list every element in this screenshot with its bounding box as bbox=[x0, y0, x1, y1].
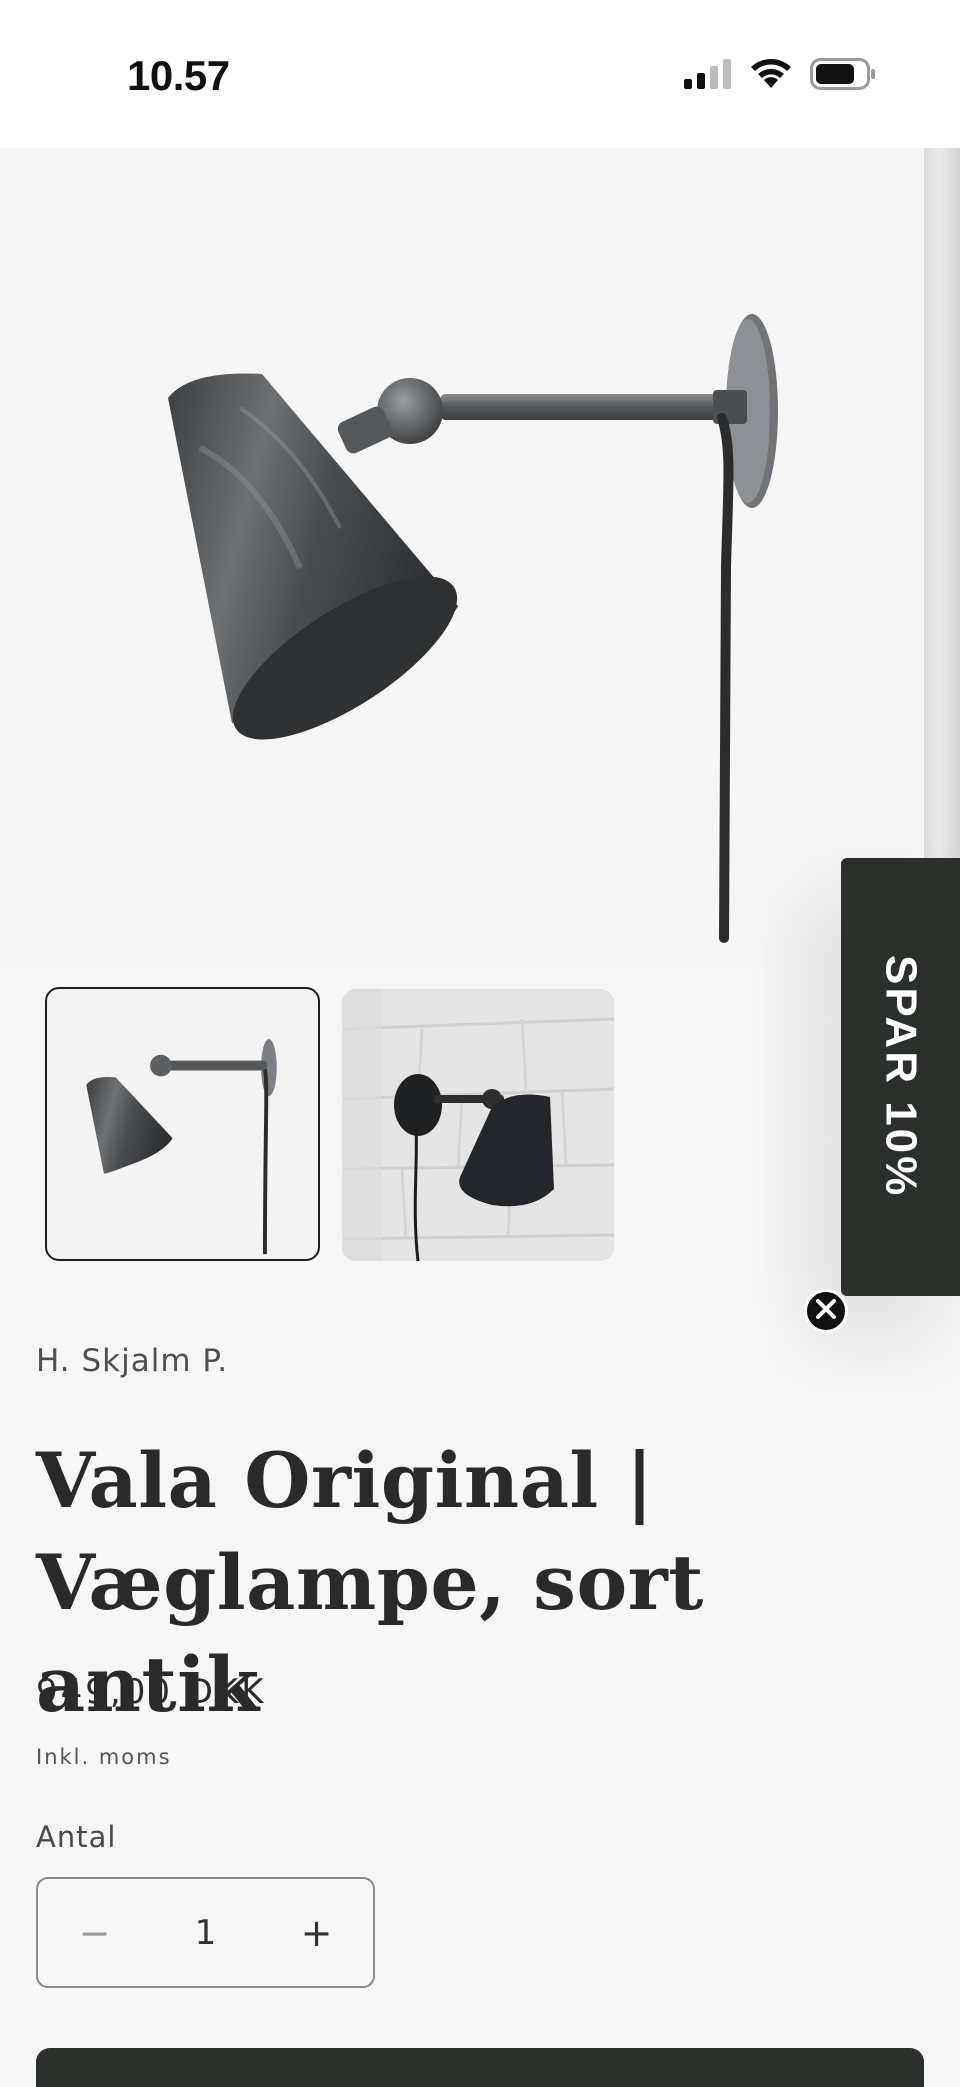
promo-close-button[interactable] bbox=[804, 1289, 848, 1333]
wifi-icon bbox=[750, 58, 792, 90]
status-time: 10.57 bbox=[127, 52, 230, 99]
battery-icon bbox=[810, 58, 876, 90]
thumbnail-strip bbox=[45, 987, 614, 1261]
decrease-quantity-button[interactable]: − bbox=[38, 1879, 151, 1986]
next-image-peek[interactable] bbox=[924, 148, 960, 858]
quantity-label: Antal bbox=[36, 1820, 117, 1854]
status-bar: 10.57 bbox=[0, 0, 960, 148]
close-icon bbox=[815, 1298, 837, 1325]
promo-label: SPAR 10% bbox=[876, 955, 926, 1199]
main-product-image[interactable] bbox=[0, 148, 924, 968]
product-price: 949,00 DKK bbox=[36, 1672, 267, 1712]
increase-quantity-button[interactable]: + bbox=[260, 1879, 373, 1986]
tax-note: Inkl. moms bbox=[36, 1745, 172, 1769]
product-vendor[interactable]: H. Skjalm P. bbox=[36, 1343, 228, 1379]
add-to-cart-button[interactable] bbox=[36, 2048, 924, 2087]
quantity-stepper: − 1 + bbox=[36, 1877, 375, 1988]
status-icons bbox=[684, 58, 876, 90]
product-gallery[interactable] bbox=[0, 148, 960, 968]
thumbnail-lamp-on-wall[interactable] bbox=[342, 989, 614, 1261]
cellular-signal-icon bbox=[684, 59, 732, 89]
discount-promo-tab[interactable]: SPAR 10% bbox=[841, 858, 960, 1296]
quantity-input[interactable]: 1 bbox=[151, 1913, 260, 1953]
thumbnail-lamp-product[interactable] bbox=[45, 987, 320, 1261]
